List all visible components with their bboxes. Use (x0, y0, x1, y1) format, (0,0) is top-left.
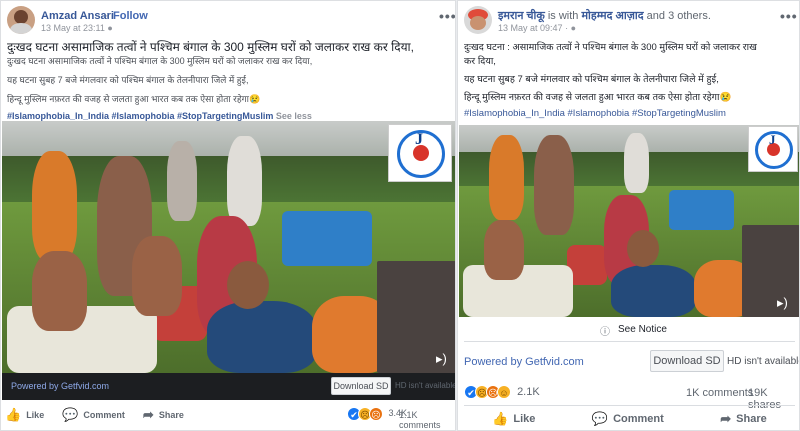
right-post-header: इमरान चीकू is with मोहम्मद आज़ाद and 3 o… (458, 1, 799, 35)
download-sd-button[interactable]: Download SD (331, 377, 391, 395)
comment-label: Comment (613, 413, 664, 425)
post-timestamp[interactable]: 13 May at 23:11 ● (41, 23, 113, 33)
avatar[interactable] (464, 6, 492, 34)
post-timestamp[interactable]: 13 May at 09:47 · ● (498, 23, 576, 33)
logo-letter: J (415, 131, 423, 148)
comment-button[interactable]: 💬 Comment (592, 411, 664, 427)
author-name[interactable]: इमरान चीकू (498, 10, 545, 22)
separator-dot: · (565, 23, 569, 33)
volume-icon[interactable]: ▸) (436, 351, 447, 367)
channel-logo: J (748, 126, 798, 172)
powered-by-link[interactable]: Powered by Getfvid.com (11, 381, 109, 391)
volume-icon[interactable]: ▸) (777, 295, 788, 311)
comparison-page: Amzad Ansari · Follow 13 May at 23:11 ● … (0, 0, 800, 431)
see-less-link[interactable]: See less (276, 111, 312, 121)
see-notice-link[interactable]: See Notice (618, 324, 667, 335)
video-figure (32, 151, 77, 261)
video-figure (167, 141, 197, 221)
video-figure (489, 135, 524, 220)
comment-count[interactable]: 1K comments (686, 387, 753, 399)
hashtags[interactable]: #Islamophobia_In_India #Islamophobia #St… (7, 111, 273, 121)
video-figure (227, 136, 262, 226)
comment-label: Comment (83, 410, 125, 420)
author-name[interactable]: Amzad Ansari (41, 10, 114, 22)
tagged-others[interactable]: and 3 others. (647, 10, 711, 22)
reaction-summary[interactable]: ✔ ☹ ☹ ☺ 2.1K (464, 385, 540, 399)
timestamp-text[interactable]: 13 May at 09:47 (498, 23, 563, 33)
divider (464, 341, 795, 342)
like-label: Like (513, 413, 536, 425)
tagged-name[interactable]: मोहम्मद आज़ाद (581, 10, 643, 22)
video-figure (132, 236, 182, 316)
timestamp-text[interactable]: 13 May at 23:11 (41, 23, 105, 33)
comment-bubble-icon: 💬 (62, 407, 79, 422)
thumbs-up-icon: 👍 (5, 407, 22, 422)
reaction-count[interactable]: 2.1K (517, 386, 540, 398)
follow-button[interactable]: Follow (113, 10, 148, 22)
powered-by-link[interactable]: Powered by Getfvid.com (464, 356, 584, 368)
with-text: is with (547, 10, 579, 22)
video-figure (32, 251, 87, 331)
video-container (567, 245, 607, 285)
thumbs-up-icon: 👍 (492, 411, 509, 426)
post-line-3: हिन्दू मुस्लिम नफ़रत की वजह से जलता हुआ … (464, 92, 732, 103)
left-post: Amzad Ansari · Follow 13 May at 23:11 ● … (0, 0, 456, 431)
angry-reaction-icon: ☹ (369, 407, 383, 421)
headline: दुःखद घटना असामाजिक तत्वों ने पश्चिम बंग… (7, 40, 414, 54)
left-post-text: दुःखद घटना असामाजिक तत्वों ने पश्चिम बंग… (7, 38, 452, 125)
more-options-icon[interactable]: ••• (439, 8, 455, 24)
download-sd-button[interactable]: Download SD (650, 350, 724, 372)
video-face (227, 261, 269, 309)
video-face (627, 230, 659, 267)
left-post-header: Amzad Ansari · Follow 13 May at 23:11 ● … (1, 1, 455, 35)
action-bar: 👍 Like 💬 Comment ➦ Share (5, 401, 184, 429)
share-label: Share (736, 413, 767, 425)
like-label: Like (26, 410, 45, 420)
comment-button[interactable]: 💬 Comment (62, 407, 125, 423)
post-line-3: हिन्दू मुस्लिम नफ़रत की वजह से जलता हुआ … (7, 94, 261, 104)
post-line-2: यह घटना सुबह 7 बजे मंगलवार को पश्चिम बंग… (464, 74, 719, 85)
globe-icon: ● (570, 23, 577, 33)
video-child (207, 301, 317, 373)
hd-note: HD isn't available (395, 381, 456, 390)
haha-reaction-icon: ☺ (497, 385, 511, 399)
share-button[interactable]: ➦ Share (720, 411, 766, 427)
globe-icon: ● (107, 23, 113, 33)
avatar[interactable] (7, 6, 35, 34)
share-button[interactable]: ➦ Share (143, 407, 184, 423)
like-button[interactable]: 👍 Like (492, 411, 535, 427)
translation-line: दुःखद घटना असामाजिक तत्वों ने पश्चिम बंग… (7, 56, 313, 66)
action-bar: 👍 Like 💬 Comment ➦ Share (464, 405, 795, 430)
post-line-1: दुःखद घटना : असामाजिक तत्वों ने पश्चिम ब… (464, 42, 757, 53)
video-figure (484, 220, 524, 280)
logo-letter: J (769, 132, 776, 147)
share-arrow-icon: ➦ (720, 411, 732, 426)
hashtags[interactable]: #Islamophobia_In_India #Islamophobia #St… (464, 108, 796, 124)
info-icon[interactable]: ⓘ (600, 323, 610, 338)
channel-logo: J (388, 124, 452, 182)
right-post: इमरान चीकू is with मोहम्मद आज़ाद and 3 o… (457, 0, 800, 431)
video-cooler (282, 211, 372, 266)
post-line-1b: कर दिया, (464, 56, 496, 67)
like-button[interactable]: 👍 Like (5, 407, 44, 423)
post-line-2: यह घटना सुबह 7 बजे मंगलवार को पश्चिम बंग… (7, 75, 249, 85)
author-header-line: इमरान चीकू is with मोहम्मद आज़ाद and 3 o… (498, 8, 711, 23)
share-label: Share (158, 410, 184, 420)
video-figure (534, 135, 574, 235)
share-arrow-icon: ➦ (142, 407, 154, 422)
video-child (611, 265, 696, 317)
hd-note: HD isn't available (727, 356, 800, 367)
more-options-icon[interactable]: ••• (780, 8, 798, 24)
video-cooler (669, 190, 734, 230)
video-player[interactable]: J ▸) (459, 125, 799, 317)
right-post-text: दुःखद घटना : असामाजिक तत्वों ने पश्चिम ब… (464, 40, 796, 124)
comment-bubble-icon: 💬 (591, 411, 609, 426)
separator-dot: · (105, 10, 109, 22)
video-figure (624, 133, 649, 193)
comment-count[interactable]: 1.1K comments (399, 410, 455, 430)
video-player[interactable]: J ▸) (2, 121, 455, 373)
video-board (742, 225, 799, 317)
